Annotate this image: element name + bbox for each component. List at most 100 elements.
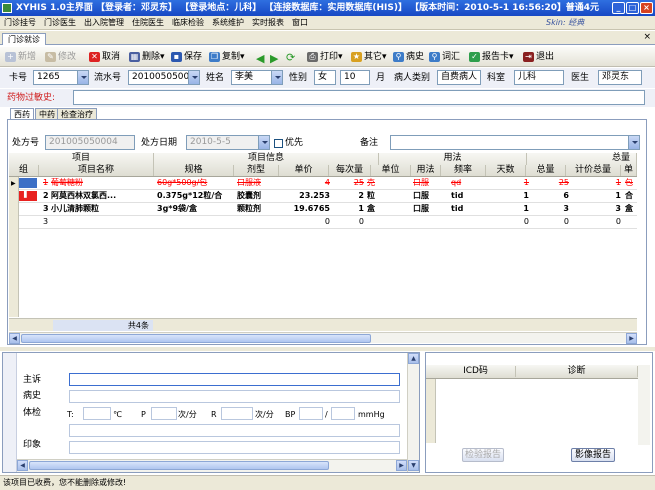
age-field[interactable]: 10	[340, 70, 370, 85]
menu-item[interactable]: 实时报表	[248, 16, 288, 30]
table-row[interactable]: 1 葡萄糖粉 60g*500g/包 口服液 4 25 克 口服 qd 1 25 …	[19, 177, 637, 190]
history-field[interactable]	[69, 390, 400, 403]
column-header-dose[interactable]: 每次量	[329, 165, 371, 176]
chevron-down-icon[interactable]	[188, 71, 199, 84]
notes-vertical-scrollbar[interactable]: ▲ ▼	[407, 353, 419, 472]
maximize-button[interactable]: □	[626, 2, 639, 14]
cell-usage: 口服	[413, 178, 429, 187]
tab-chinese-medicine[interactable]: 中药	[35, 108, 59, 119]
column-header-group[interactable]: 组	[9, 165, 39, 176]
diag-vertical-scrollbar[interactable]	[638, 365, 650, 445]
menu-item[interactable]: 出入院管理	[80, 16, 128, 30]
column-header-days[interactable]: 天数	[486, 165, 526, 176]
menu-item[interactable]: 窗口	[288, 16, 312, 30]
prev-arrow-icon[interactable]: ◀	[256, 52, 264, 65]
column-header-unit2[interactable]: 单	[621, 165, 637, 176]
table-row[interactable]: 3 小儿清肺颗粒 3g*9袋/盒 颗粒剂 19.6765 1 盒 口服 tid …	[19, 203, 637, 216]
close-tab-icon[interactable]: ×	[643, 32, 651, 42]
phrases-button[interactable]: ⚲ 词汇	[428, 50, 460, 64]
splitter[interactable]	[0, 347, 655, 351]
rx-no-field[interactable]: 201005050004	[45, 135, 135, 150]
column-header-diagnosis[interactable]: 诊断	[516, 366, 638, 377]
bp-diastolic-field[interactable]	[331, 407, 355, 420]
doctor-field[interactable]: 邓灵东	[598, 70, 642, 85]
lab-report-button[interactable]: 检验报告	[462, 448, 504, 462]
exam-field[interactable]	[69, 424, 400, 437]
table-row[interactable]: 3 0 0 0 0 0	[19, 216, 637, 229]
menu-item[interactable]: 门诊挂号	[0, 16, 40, 30]
column-header-total[interactable]: 总量	[526, 165, 566, 176]
imaging-report-button[interactable]: 影像报告	[571, 448, 615, 462]
exit-button[interactable]: ⇥ 退出	[522, 50, 554, 64]
report-card-button[interactable]: ✓ 报告卡▾	[468, 50, 514, 64]
cancel-button[interactable]: ✕ 取消	[88, 50, 120, 64]
tab-exam-treatment[interactable]: 检查治疗	[57, 108, 97, 119]
scroll-left-icon[interactable]: ◀	[17, 460, 28, 471]
new-button[interactable]: + 新增	[4, 50, 36, 64]
column-header-bill-total[interactable]: 计价总量	[566, 165, 621, 176]
edit-button[interactable]: ✎ 修改	[44, 50, 76, 64]
note-field[interactable]	[390, 135, 640, 150]
save-button[interactable]: ▪ 保存	[170, 50, 202, 64]
scroll-right-icon[interactable]: ▶	[626, 333, 637, 344]
cell-freq: tid	[451, 191, 464, 200]
scroll-down-icon[interactable]: ▼	[408, 460, 419, 471]
scroll-thumb[interactable]	[29, 461, 329, 470]
patient-type-field[interactable]: 自费病人	[437, 70, 481, 85]
dept-field[interactable]: 儿科	[514, 70, 564, 85]
scroll-left-icon[interactable]: ◀	[9, 333, 20, 344]
notes-horizontal-scrollbar[interactable]: ◀ ▶	[17, 459, 407, 472]
other-button[interactable]: ★ 其它▾	[350, 50, 387, 64]
patient-type-label: 病人类别	[394, 73, 431, 83]
priority-checkbox[interactable]	[274, 139, 283, 148]
name-field[interactable]: 李美	[231, 70, 283, 85]
pulse-field[interactable]	[151, 407, 177, 420]
rx-date-field[interactable]: 2010-5-5	[186, 135, 270, 150]
menu-item[interactable]: 临床检验	[168, 16, 208, 30]
skin-label[interactable]: Skin: 经典	[542, 16, 588, 30]
patient-info-row: 卡号 1265 流水号 201005050002 姓名 李美 性别 女 10 月…	[0, 68, 655, 88]
print-button[interactable]: ⎙ 打印▾	[306, 50, 343, 64]
impression-field[interactable]	[69, 441, 400, 454]
history-button[interactable]: ⚲ 病史	[392, 50, 424, 64]
chevron-down-icon[interactable]	[628, 136, 639, 149]
bp-systolic-field[interactable]	[299, 407, 323, 420]
horizontal-scrollbar[interactable]: ◀ ▶	[9, 332, 637, 344]
chevron-down-icon[interactable]	[77, 71, 88, 84]
scroll-up-icon[interactable]: ▲	[408, 353, 419, 364]
next-arrow-icon[interactable]: ▶	[270, 52, 278, 65]
minimize-button[interactable]: _	[612, 2, 625, 14]
copy-icon: ❐	[209, 52, 220, 62]
card-field[interactable]: 1265	[33, 70, 89, 85]
menu-item[interactable]: 住院医生	[128, 16, 168, 30]
chevron-down-icon[interactable]	[258, 136, 269, 149]
complaint-field[interactable]	[69, 373, 400, 386]
tab-western-medicine[interactable]: 西药	[10, 108, 34, 119]
refresh-icon[interactable]: ⟳	[286, 51, 295, 64]
diagnosis-panel: ICD码 诊断 检验报告 影像报告	[425, 352, 653, 473]
menu-item[interactable]: 门诊医生	[40, 16, 80, 30]
copy-button[interactable]: ❐ 复制▾	[208, 50, 245, 64]
table-row[interactable]: 2 阿莫西林双氯西... 0.375g*12粒/合 胶囊剂 23.253 2 粒…	[19, 190, 637, 203]
delete-button[interactable]: ▦ 删除▾	[128, 50, 165, 64]
resp-field[interactable]	[221, 407, 253, 420]
column-header-icd[interactable]: ICD码	[436, 366, 516, 377]
sex-field[interactable]: 女	[314, 70, 336, 85]
tab-outpatient[interactable]: 门诊就诊	[2, 33, 46, 45]
column-header-price[interactable]: 单价	[279, 165, 329, 176]
menu-item[interactable]: 系统维护	[208, 16, 248, 30]
serial-field[interactable]: 201005050002	[128, 70, 200, 85]
column-header-form[interactable]: 剂型	[234, 165, 279, 176]
column-header-usage[interactable]: 用法	[411, 165, 441, 176]
column-header-name[interactable]: 项目名称	[39, 165, 154, 176]
temp-field[interactable]	[83, 407, 111, 420]
column-header-spec[interactable]: 规格	[154, 165, 234, 176]
column-header-unit[interactable]: 单位	[371, 165, 411, 176]
close-button[interactable]: ×	[640, 2, 653, 14]
column-header-freq[interactable]: 频率	[441, 165, 486, 176]
cell-dose: 1	[358, 204, 364, 213]
chevron-down-icon[interactable]	[271, 71, 282, 84]
scroll-thumb[interactable]	[21, 334, 371, 343]
scroll-right-icon[interactable]: ▶	[396, 460, 407, 471]
allergy-field[interactable]	[73, 90, 645, 105]
